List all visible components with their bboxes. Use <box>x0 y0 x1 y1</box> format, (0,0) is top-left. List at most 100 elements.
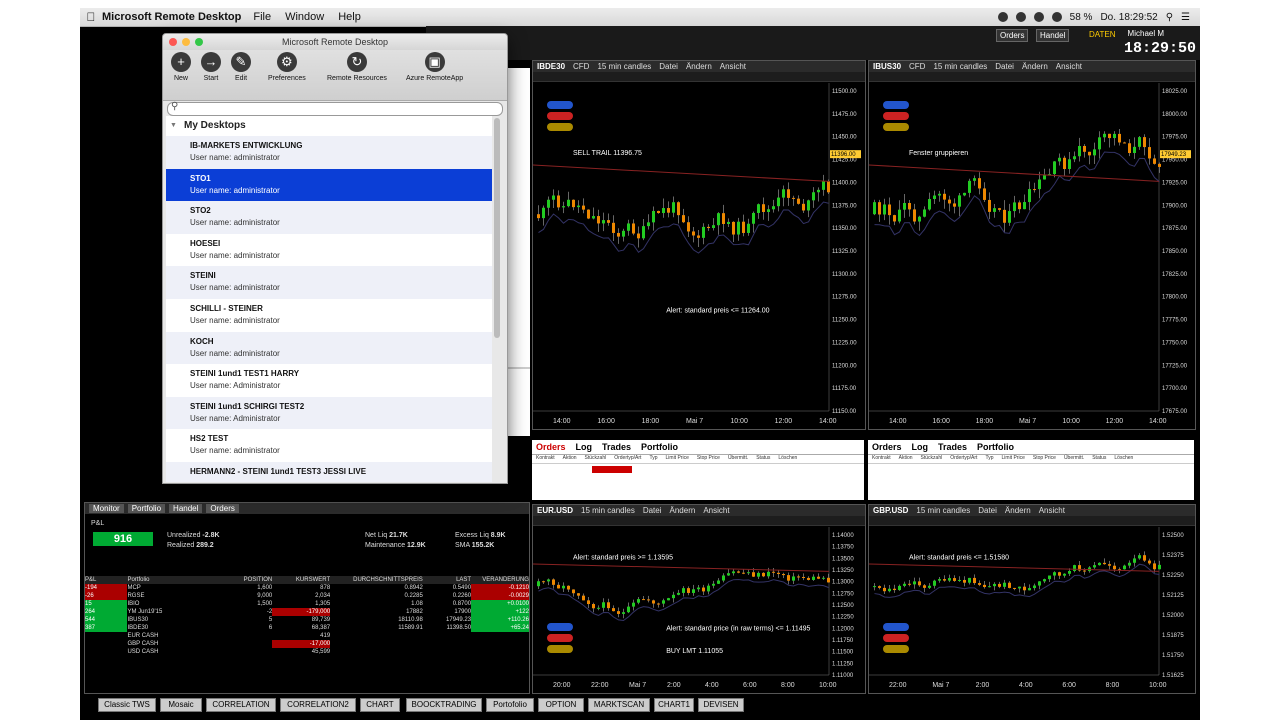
chart-symbol[interactable]: EUR.USD <box>537 506 573 515</box>
desktop-item[interactable]: STEINI User name: administrator <box>166 266 492 299</box>
taskbar-tab[interactable]: CORRELATION <box>206 698 276 712</box>
close-icon[interactable] <box>169 38 177 46</box>
taskbar-tab[interactable]: Classic TWS <box>98 698 156 712</box>
order-alarm-button[interactable] <box>883 645 909 653</box>
candlestick-chart[interactable]: 11500.00 11475.00 11450.00 11425.00 11400.00… <box>533 83 865 429</box>
taskbar-tab[interactable]: CORRELATION2 <box>280 698 356 712</box>
toolbar-start-button[interactable]: → Start <box>201 52 221 82</box>
taskbar-tab[interactable]: CHART1 <box>654 698 694 712</box>
app-menu[interactable]: Microsoft Remote Desktop <box>102 11 241 23</box>
taskbar-tab[interactable]: Mosaic <box>160 698 202 712</box>
wifi-icon[interactable] <box>1051 12 1062 22</box>
toolbar-preferences-button[interactable]: ⚙ Preferences <box>268 52 306 82</box>
tab-trades[interactable]: Trades <box>602 442 631 452</box>
desktop-item[interactable]: IB-MARKETS ENTWICKLUNG User name: adminis… <box>166 136 492 169</box>
menu-window[interactable]: Window <box>285 11 324 23</box>
order-alarm-button[interactable] <box>547 645 573 653</box>
taskbar-tab[interactable]: Portofolio <box>486 698 534 712</box>
taskbar-tab[interactable]: OPTION <box>538 698 584 712</box>
interval-dropdown[interactable]: 15 min candles <box>581 506 635 515</box>
order-verkauf-button[interactable] <box>547 112 573 120</box>
chart-menu-2[interactable]: Ansicht <box>720 62 746 71</box>
handel-button[interactable]: Handel <box>1036 29 1070 42</box>
chart-toolbar[interactable] <box>533 516 865 526</box>
tab-log[interactable]: Log <box>912 442 929 452</box>
chart-menu-0[interactable]: Datei <box>978 506 997 515</box>
list-scrollbar[interactable] <box>494 118 500 338</box>
menu-help[interactable]: Help <box>338 11 361 23</box>
order-kauf-button[interactable] <box>883 101 909 109</box>
toolbar-edit-button[interactable]: ✎ Edit <box>231 52 251 82</box>
desktop-item[interactable]: SCHILLI - STEINER User name: administrato… <box>166 299 492 332</box>
portfolio-row[interactable]: -26 RGSE 9,000 2,034 0.2285 0.2260 -0.0029 <box>85 592 529 600</box>
taskbar-tab[interactable]: CHART <box>360 698 400 712</box>
order-kauf-button[interactable] <box>883 623 909 631</box>
tab-portfolio[interactable]: Portfolio <box>127 504 166 513</box>
desktop-item[interactable]: STEINI 1und1 TEST1 HARRY User name: Admin… <box>166 364 492 397</box>
order-alarm-button[interactable] <box>883 123 909 131</box>
taskbar-tab[interactable]: MARKTSCAN <box>588 698 650 712</box>
portfolio-row[interactable]: 264 YM Jun19'15 -2 -179,000 17882 17900 +122 <box>85 608 529 616</box>
tab-portfolio[interactable]: Portfolio <box>641 442 678 452</box>
tab-log[interactable]: Log <box>576 442 593 452</box>
taskbar-tab[interactable]: BOOCKTRADING <box>406 698 482 712</box>
toolbar-remote-resources-button[interactable]: ↻ Remote Resources <box>327 52 387 82</box>
tab-handel[interactable]: Handel <box>169 504 203 513</box>
battery-percent[interactable]: 58 % <box>1070 12 1093 23</box>
order-verkauf-button[interactable] <box>547 634 573 642</box>
minimize-icon[interactable] <box>182 38 190 46</box>
dropbox-icon[interactable] <box>1015 12 1026 22</box>
portfolio-row[interactable]: 387 IBDE30 6 68,387 11589.91 11398.50 +65.24 <box>85 624 529 632</box>
order-kauf-button[interactable] <box>547 623 573 631</box>
chart-menu-1[interactable]: Ändern <box>670 506 696 515</box>
desktop-item[interactable]: STO1 User name: administrator <box>166 168 492 202</box>
chart-annotation[interactable]: Alert: standard preis <= 11264.00 <box>666 308 769 315</box>
interval-dropdown[interactable]: 15 min candles <box>933 62 987 71</box>
chart-menu-2[interactable]: Ansicht <box>1039 506 1065 515</box>
tab-orders[interactable]: Orders <box>206 504 239 513</box>
taskbar-tab[interactable]: DEVISEN <box>698 698 744 712</box>
tab-monitor[interactable]: Monitor <box>89 504 124 513</box>
portfolio-row[interactable]: USD CASH 45,599 <box>85 648 529 656</box>
order-alarm-button[interactable] <box>547 123 573 131</box>
chart-toolbar[interactable] <box>869 516 1195 526</box>
chart-menu-2[interactable]: Ansicht <box>703 506 729 515</box>
chart-menu-0[interactable]: Datei <box>995 62 1014 71</box>
desktop-item[interactable]: STO2 User name: administrator <box>166 201 492 234</box>
toolbar-azure-remoteapp-button[interactable]: ▣ Azure RemoteApp <box>406 52 463 82</box>
candlestick-chart[interactable]: 1.14000 1.13750 1.13500 1.13250 1.13000 1.127… <box>533 527 865 693</box>
chart-annotation[interactable]: Alert: standard preis <= 1.51580 <box>909 555 1009 562</box>
portfolio-row[interactable]: EUR CASH 419 <box>85 632 529 640</box>
zoom-icon[interactable] <box>195 38 203 46</box>
apple-icon[interactable]:  <box>80 10 102 24</box>
chart-annotation[interactable]: SELL TRAIL 11396.75 <box>573 150 642 157</box>
chart-menu-1[interactable]: Ändern <box>1005 506 1031 515</box>
order-kauf-button[interactable] <box>547 101 573 109</box>
chart-annotation[interactable]: Alert: standard price (in raw terms) <= … <box>666 626 810 633</box>
menu-file[interactable]: File <box>253 11 271 23</box>
toolbar-new-button[interactable]: + New <box>171 52 191 82</box>
desktop-item[interactable]: HS2 TEST User name: administrator <box>166 429 492 462</box>
chart-symbol[interactable]: IBUS30 <box>873 62 901 71</box>
chart-menu-0[interactable]: Datei <box>643 506 662 515</box>
chart-menu-2[interactable]: Ansicht <box>1056 62 1082 71</box>
candlestick-chart[interactable]: 18025.00 18000.00 17975.00 17950.00 17925.00… <box>869 83 1195 429</box>
chart-menu-0[interactable]: Datei <box>659 62 678 71</box>
menubar-clock[interactable]: Do. 18:29:52 <box>1100 12 1157 23</box>
search-input[interactable]: ⚲ <box>167 101 503 116</box>
chart-annotation[interactable]: Alert: standard preis >= 1.13595 <box>573 555 673 562</box>
chart-symbol[interactable]: GBP.USD <box>873 506 908 515</box>
order-row[interactable] <box>592 466 632 473</box>
portfolio-row[interactable]: 15 IBIO 1,500 1,305 1.08 0.8700 +0.0100 <box>85 600 529 608</box>
desktop-item[interactable]: STEINI 1und1 SCHIRGI TEST2 User name: Adm… <box>166 396 492 430</box>
chart-annotation[interactable]: Fenster gruppieren <box>909 150 968 157</box>
chart-menu-1[interactable]: Ändern <box>686 62 712 71</box>
group-header[interactable]: ▼ My Desktops <box>166 116 492 136</box>
tab-orders[interactable]: Orders <box>872 442 902 452</box>
desktop-item[interactable]: HERMANN2 - STEINI 1und1 TEST3 JESSI LIVE <box>166 461 492 482</box>
portfolio-row[interactable]: GBP CASH -17,000 <box>85 640 529 648</box>
interval-dropdown[interactable]: 15 min candles <box>916 506 970 515</box>
chart-menu-1[interactable]: Ändern <box>1022 62 1048 71</box>
tab-orders[interactable]: Orders <box>536 442 566 452</box>
portfolio-row[interactable]: 544 IBUS30 5 89,739 18110.98 17949.23 +110.26 <box>85 616 529 624</box>
